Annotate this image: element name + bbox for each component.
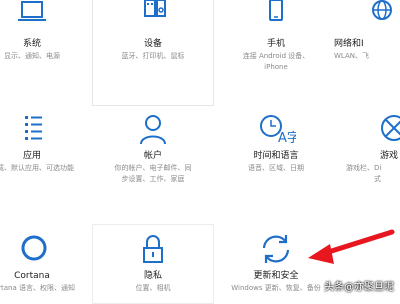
watermark-text: 头条@亦聚旦呢	[324, 282, 394, 293]
annotation-arrow	[308, 229, 395, 264]
